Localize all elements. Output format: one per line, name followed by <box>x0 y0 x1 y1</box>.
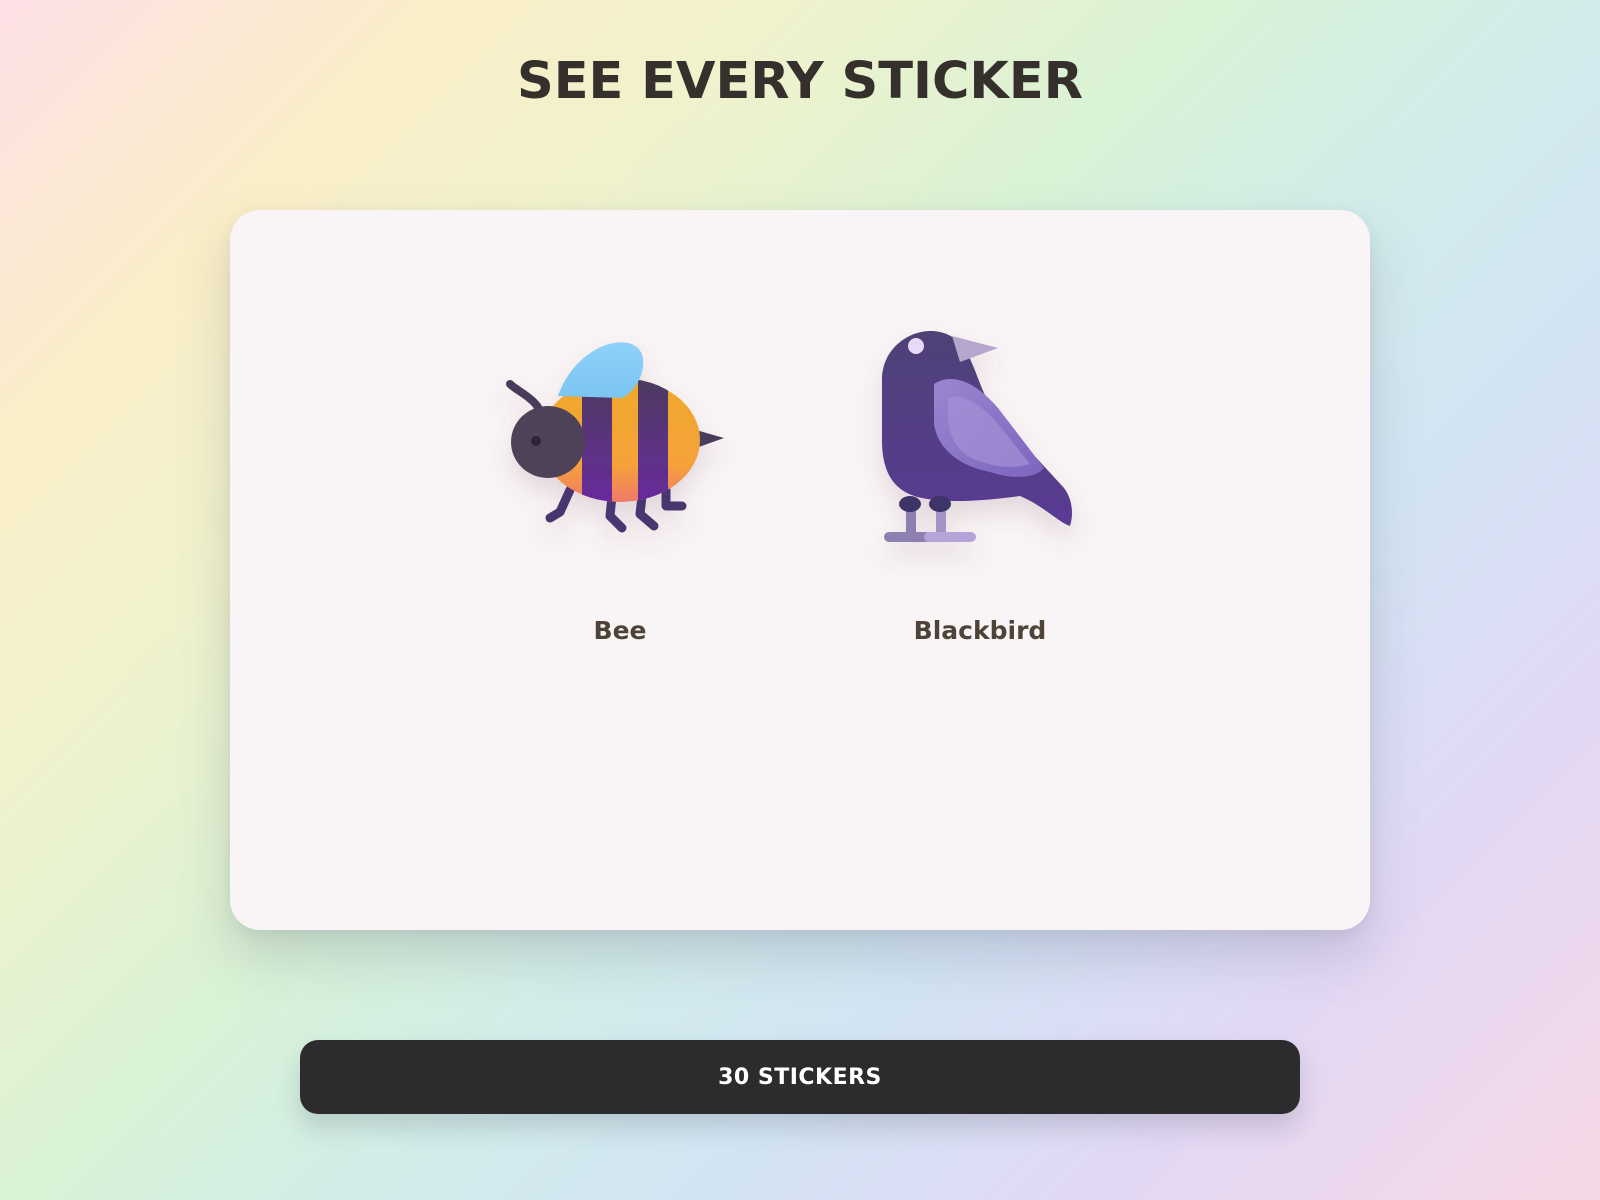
sticker-label-blackbird: Blackbird <box>913 616 1047 645</box>
sticker-gallery-card: Bee Blackbird <box>230 210 1370 930</box>
sticker-label-bee: Bee <box>593 616 647 645</box>
sticker-count-button[interactable]: 30 STICKERS <box>300 1040 1300 1114</box>
sticker-item-blackbird[interactable]: Blackbird <box>830 300 1130 645</box>
blackbird-icon <box>830 300 1130 600</box>
page-title: SEE EVERY STICKER <box>516 52 1084 111</box>
sticker-item-bee[interactable]: Bee <box>470 300 770 645</box>
bee-icon <box>470 300 770 600</box>
